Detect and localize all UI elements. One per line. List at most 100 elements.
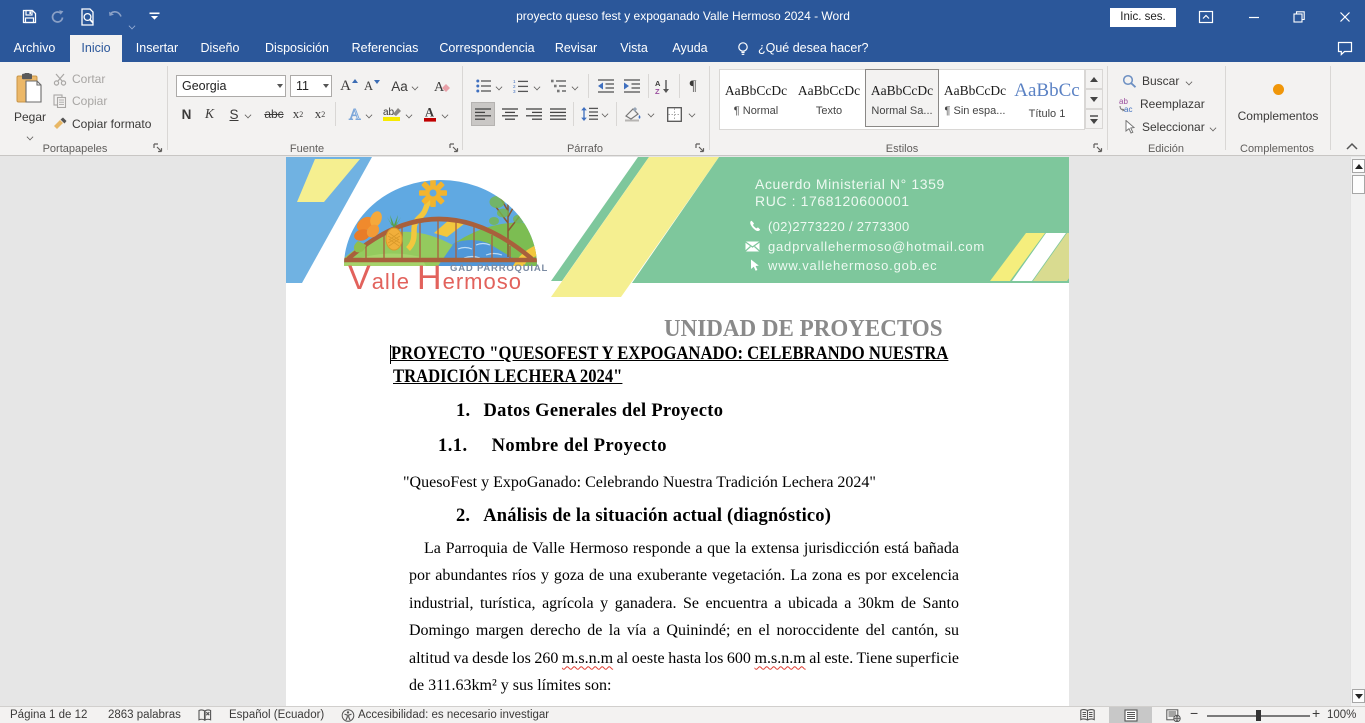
- sign-in-button[interactable]: Inic. ses.: [1110, 8, 1176, 27]
- ribbon-display-options-icon[interactable]: [1198, 9, 1216, 27]
- justify-button[interactable]: [547, 102, 569, 126]
- copy-button[interactable]: Copiar: [53, 90, 163, 112]
- undo-icon[interactable]: [108, 11, 124, 23]
- font-color-button[interactable]: A: [420, 103, 440, 125]
- paste-button[interactable]: Pegar: [8, 66, 52, 140]
- styles-scroll-up[interactable]: [1085, 69, 1103, 89]
- minimize-button[interactable]: [1246, 9, 1264, 27]
- save-icon[interactable]: [22, 9, 37, 24]
- document-page[interactable]: Acuerdo Ministerial N° 1359 RUC : 176812…: [286, 157, 1069, 706]
- language-indicator[interactable]: Español (Ecuador): [229, 707, 324, 723]
- show-marks-button[interactable]: ¶: [683, 75, 703, 97]
- word-count[interactable]: 2863 palabras: [108, 707, 181, 723]
- clipboard-dialog-launcher-icon[interactable]: [153, 143, 165, 155]
- grow-font-button[interactable]: A: [338, 75, 360, 97]
- borders-button[interactable]: [662, 102, 686, 126]
- accessibility-icon[interactable]: [341, 709, 355, 722]
- tab-revisar[interactable]: Revisar: [553, 35, 599, 62]
- subscript-button[interactable]: x2: [289, 103, 307, 125]
- format-painter-button[interactable]: Copiar formato: [53, 113, 165, 135]
- line-spacing-button[interactable]: [578, 102, 600, 126]
- tab-disposicion[interactable]: Disposición: [261, 35, 333, 62]
- collapse-ribbon-icon[interactable]: [1346, 142, 1358, 150]
- tab-vista[interactable]: Vista: [616, 35, 652, 62]
- italic-button[interactable]: K: [201, 103, 218, 125]
- tab-correspondencia[interactable]: Correspondencia: [436, 35, 538, 62]
- sort-button[interactable]: A Z: [652, 75, 674, 97]
- find-dropdown-icon[interactable]: [1186, 79, 1193, 83]
- font-size-combo[interactable]: 11: [290, 75, 332, 97]
- vertical-scrollbar[interactable]: [1350, 157, 1365, 706]
- select-dropdown-icon[interactable]: [1210, 125, 1217, 129]
- align-left-button[interactable]: [471, 102, 495, 126]
- shrink-font-button[interactable]: A: [362, 75, 382, 97]
- repeat-icon[interactable]: [50, 10, 65, 25]
- undo-dropdown-icon[interactable]: [129, 23, 136, 27]
- borders-dropdown-icon[interactable]: [689, 111, 696, 115]
- underline-dropdown-icon[interactable]: [245, 112, 252, 116]
- tab-archivo[interactable]: Archivo: [12, 35, 57, 62]
- zoom-in-button[interactable]: +: [1312, 705, 1320, 721]
- shading-button[interactable]: [621, 102, 645, 126]
- highlight-dropdown-icon[interactable]: [406, 112, 413, 116]
- bullets-button[interactable]: [474, 75, 494, 97]
- multilevel-dropdown-icon[interactable]: [572, 84, 579, 88]
- clear-formatting-button[interactable]: A: [430, 75, 454, 97]
- font-color-dropdown-icon[interactable]: [442, 112, 449, 116]
- highlight-button[interactable]: ab: [380, 103, 404, 125]
- scroll-up-button[interactable]: [1352, 159, 1365, 173]
- align-right-button[interactable]: [523, 102, 545, 126]
- strikethrough-button[interactable]: abc: [262, 103, 286, 125]
- print-preview-icon[interactable]: [80, 8, 96, 26]
- zoom-out-button[interactable]: −: [1190, 705, 1198, 721]
- style-normal[interactable]: AaBbCcDc ¶ Normal: [720, 70, 792, 131]
- feedback-icon[interactable]: [1337, 41, 1353, 56]
- superscript-button[interactable]: x2: [311, 103, 329, 125]
- font-name-dropdown-icon[interactable]: [277, 84, 283, 88]
- restore-button[interactable]: [1291, 9, 1309, 27]
- tell-me-box[interactable]: ¿Qué desea hacer?: [758, 35, 869, 62]
- text-effects-dropdown-icon[interactable]: [366, 112, 373, 116]
- select-button[interactable]: Seleccionar: [1124, 116, 1217, 138]
- font-name-combo[interactable]: Georgia: [176, 75, 286, 97]
- read-mode-button[interactable]: [1066, 707, 1109, 723]
- change-case-dropdown-icon[interactable]: [412, 84, 419, 88]
- styles-scroll-down[interactable]: [1085, 89, 1103, 109]
- decrease-indent-button[interactable]: [595, 75, 617, 97]
- zoom-slider-thumb[interactable]: [1256, 710, 1261, 721]
- change-case-button[interactable]: Aa: [388, 75, 422, 97]
- proofing-icon[interactable]: [198, 709, 212, 722]
- bold-button[interactable]: N: [178, 103, 195, 125]
- multilevel-list-button[interactable]: [549, 75, 569, 97]
- tab-inicio[interactable]: Inicio: [70, 35, 122, 62]
- line-spacing-dropdown-icon[interactable]: [602, 111, 609, 115]
- scroll-down-button[interactable]: [1352, 689, 1365, 703]
- close-button[interactable]: [1337, 9, 1355, 27]
- tab-referencias[interactable]: Referencias: [350, 35, 420, 62]
- font-dialog-launcher-icon[interactable]: [449, 143, 461, 155]
- addins-button[interactable]: Complementos: [1231, 68, 1325, 136]
- style-titulo1[interactable]: AaBbCc Título 1: [1011, 70, 1083, 131]
- customize-qat-icon[interactable]: [149, 12, 160, 22]
- accessibility-status[interactable]: Accesibilidad: es necesario investigar: [358, 707, 549, 723]
- paragraph-dialog-launcher-icon[interactable]: [695, 143, 707, 155]
- replace-button[interactable]: ab ac Reemplazar: [1119, 93, 1205, 115]
- scrollbar-thumb[interactable]: [1352, 175, 1365, 194]
- find-button[interactable]: Buscar: [1122, 70, 1193, 92]
- style-normal-sa[interactable]: AaBbCcDc Normal Sa...: [865, 69, 939, 127]
- underline-button[interactable]: S: [226, 103, 242, 125]
- paste-dropdown-icon[interactable]: [27, 127, 34, 141]
- cut-button[interactable]: Cortar: [53, 68, 163, 90]
- font-size-dropdown-icon[interactable]: [323, 84, 329, 88]
- numbering-dropdown-icon[interactable]: [534, 84, 541, 88]
- tab-insertar[interactable]: Insertar: [133, 35, 181, 62]
- align-center-button[interactable]: [499, 102, 521, 126]
- bullets-dropdown-icon[interactable]: [496, 84, 503, 88]
- numbering-button[interactable]: 1 2 3: [511, 75, 531, 97]
- zoom-level[interactable]: 100%: [1327, 707, 1356, 723]
- tab-diseno[interactable]: Diseño: [196, 35, 244, 62]
- styles-dialog-launcher-icon[interactable]: [1093, 143, 1105, 155]
- page-indicator[interactable]: Página 1 de 12: [10, 707, 87, 723]
- print-layout-button[interactable]: [1109, 707, 1152, 723]
- web-layout-button[interactable]: [1152, 707, 1195, 723]
